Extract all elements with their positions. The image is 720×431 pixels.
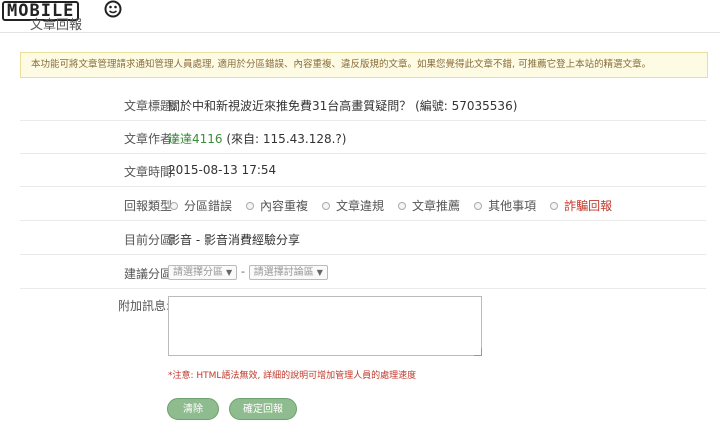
- radio-circle[interactable]: [170, 201, 178, 210]
- report-type-radios: 分區錯誤 內容重複 文章違規 文章推薦 其他事項 詐騙回報: [170, 197, 626, 214]
- label-message: 附加訊息:: [117, 299, 170, 313]
- suggest-selects: 請選擇分區 ▼ - 請選擇討論區 ▼: [168, 264, 328, 280]
- radio-circle[interactable]: [398, 201, 407, 210]
- clear-button[interactable]: 清除: [167, 398, 219, 420]
- label-report-type: 回報類型:: [123, 199, 176, 213]
- forum-select[interactable]: 請選擇討論區 ▼: [248, 265, 328, 280]
- select-separator: -: [240, 265, 245, 278]
- header-divider: [0, 32, 720, 33]
- row-time: 文章時間: 2015-08-13 17:54: [20, 154, 706, 187]
- header: MOBILE 文章回報: [0, 0, 720, 33]
- radio-circle[interactable]: [550, 201, 559, 210]
- radio-wrong-section[interactable]: 分區錯誤: [170, 197, 232, 214]
- radio-other[interactable]: 其他事項: [474, 197, 536, 214]
- chevron-down-icon: ▼: [226, 268, 233, 277]
- radio-fraud[interactable]: 詐騙回報: [550, 197, 612, 214]
- article-title: 關於中和新視波近來推免費31台高畫質疑問？ (編號: 57035536): [168, 99, 518, 113]
- submit-report-button[interactable]: 確定回報: [229, 398, 297, 420]
- smiley-icon: [104, 0, 122, 18]
- message-textarea[interactable]: [168, 296, 482, 356]
- radio-circle[interactable]: [474, 201, 483, 210]
- section-select[interactable]: 請選擇分區 ▼: [168, 265, 238, 280]
- radio-recommend[interactable]: 文章推薦: [398, 197, 460, 214]
- article-time: 2015-08-13 17:54: [168, 163, 277, 177]
- row-author: 文章作者: 達達4116 (來自: 115.43.128.?): [20, 121, 706, 154]
- row-suggest-section: 建議分區: 請選擇分區 ▼ - 請選擇討論區 ▼: [20, 255, 706, 289]
- author-info: 達達4116 (來自: 115.43.128.?): [168, 130, 347, 147]
- html-note: *注意: HTML語法無效, 詳細的說明可增加管理人員的處理速度: [168, 371, 417, 381]
- page-title: 文章回報: [30, 18, 83, 33]
- radio-circle[interactable]: [322, 201, 331, 210]
- row-title: 文章標題: 關於中和新視波近來推免費31台高畫質疑問？ (編號: 5703553…: [20, 88, 706, 121]
- radio-violation[interactable]: 文章違規: [322, 197, 384, 214]
- row-report-type: 回報類型: 分區錯誤 內容重複 文章違規 文章推薦 其他事項 詐騙回報: [20, 187, 706, 221]
- radio-duplicate[interactable]: 內容重複: [246, 197, 308, 214]
- author-link[interactable]: 達達4116: [168, 132, 223, 146]
- row-current-section: 目前分區: 影音 - 影音消費經驗分享: [20, 221, 706, 255]
- resize-grip-icon[interactable]: [474, 348, 482, 356]
- author-from: (來自: 115.43.128.?): [226, 132, 347, 146]
- current-section: 影音 - 影音消費經驗分享: [168, 233, 300, 247]
- notice-banner: 本功能可將文章管理請求通知管理人員處理, 適用於分區錯誤、內容重複、違反版規的文…: [20, 52, 708, 78]
- radio-circle[interactable]: [246, 201, 255, 210]
- chevron-down-icon: ▼: [316, 268, 323, 277]
